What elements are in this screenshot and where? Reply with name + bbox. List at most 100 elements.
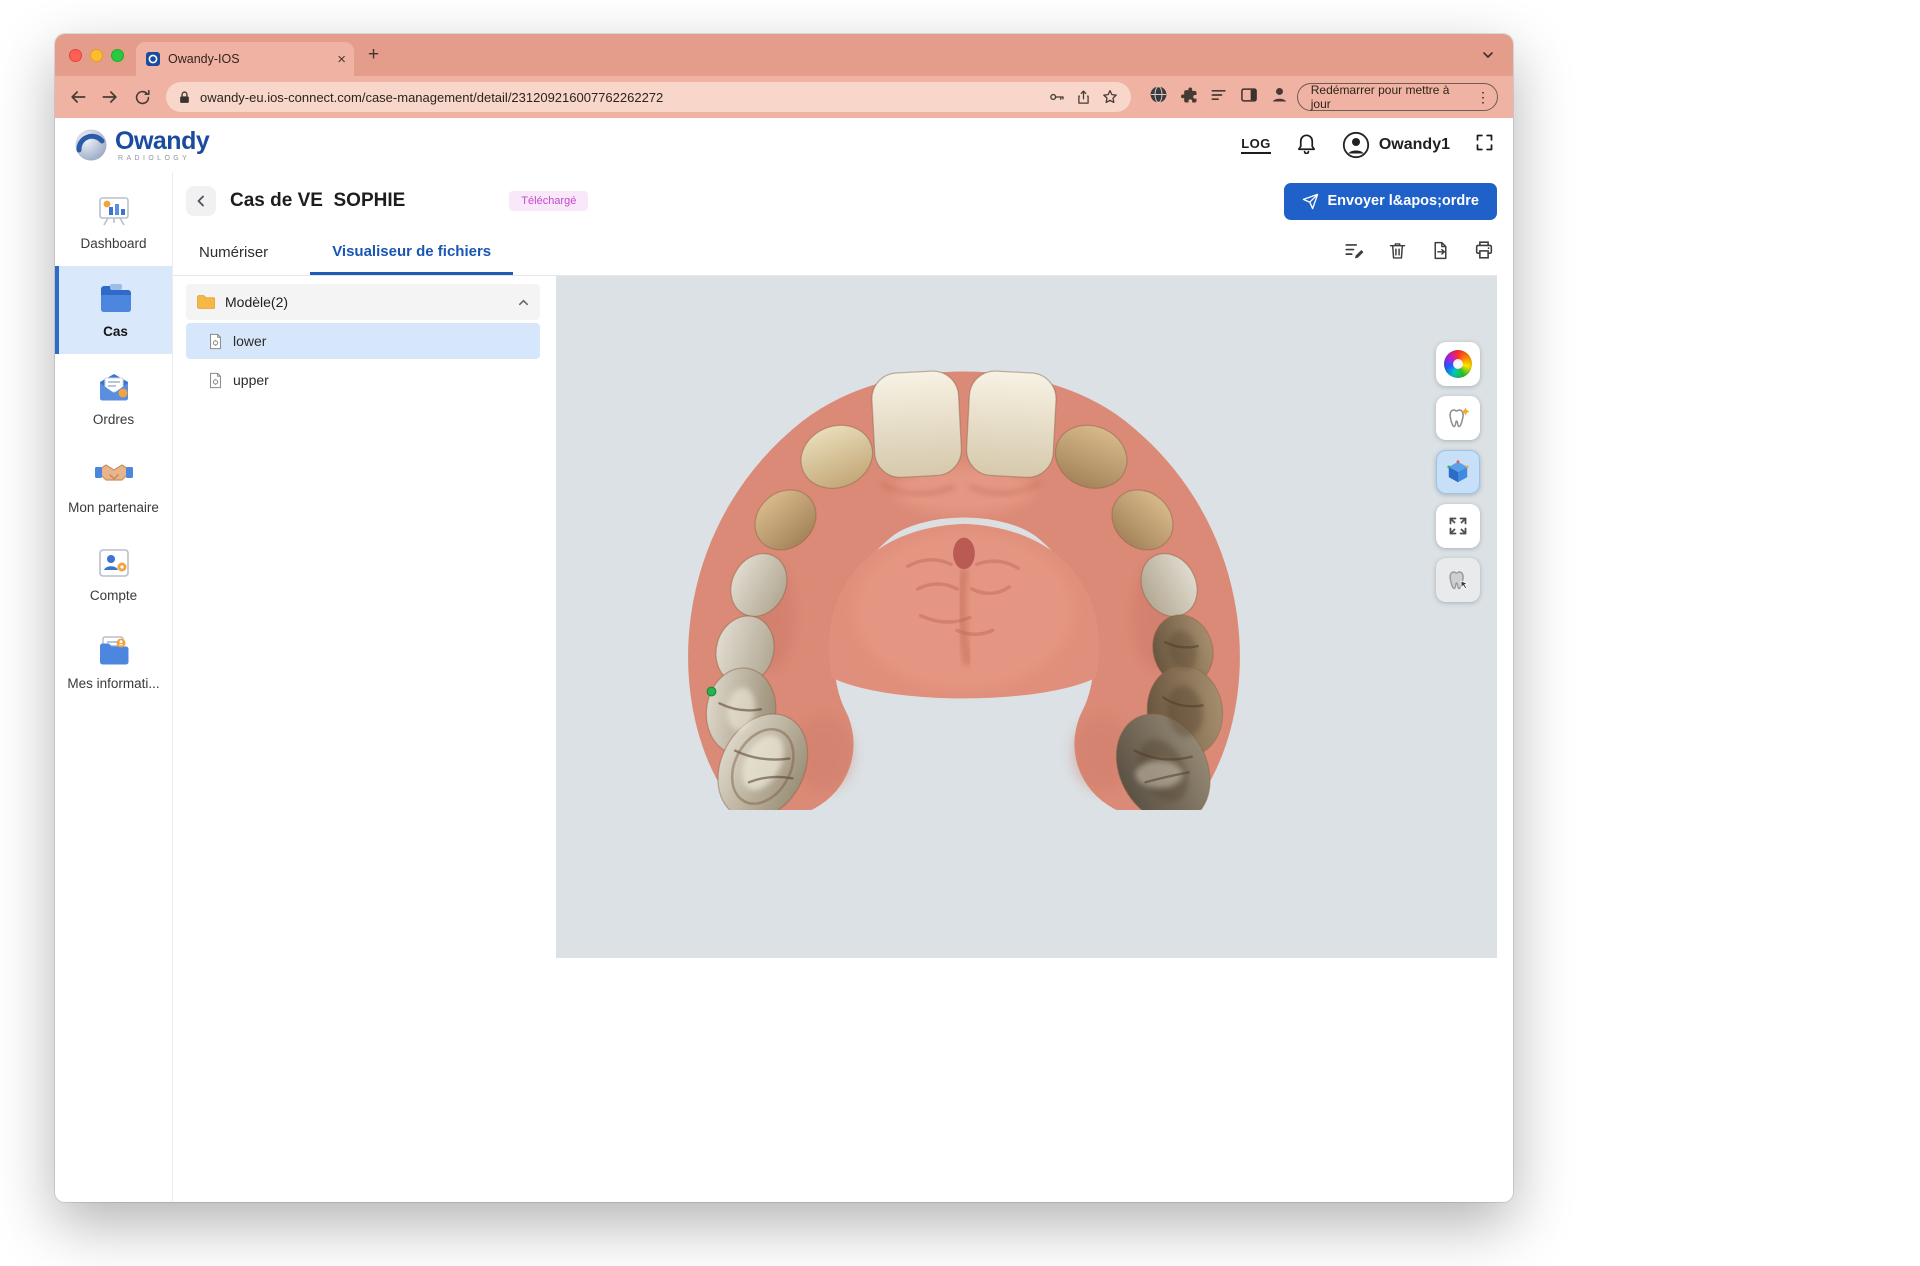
web-app: Owandy RADIOLOGY LOG	[55, 118, 1513, 1202]
lock-icon[interactable]	[178, 90, 191, 105]
tab-favicon	[146, 52, 160, 66]
status-badge: Téléchargé	[509, 191, 588, 211]
sidebar-item-label: Mes informati...	[67, 676, 159, 691]
share-icon[interactable]	[1075, 89, 1092, 106]
globe-extension-icon[interactable]	[1148, 84, 1169, 110]
account-card-icon	[96, 546, 132, 580]
file-row-lower[interactable]: lower	[186, 323, 540, 359]
minimize-window-button[interactable]	[90, 49, 103, 62]
file-row-upper[interactable]: upper	[186, 362, 540, 398]
back-icon[interactable]	[65, 84, 90, 110]
tab-list-icon[interactable]	[1209, 85, 1229, 110]
password-key-icon[interactable]	[1048, 88, 1066, 106]
viewer-content: Modèle(2)	[173, 276, 1497, 958]
delete-trash-icon[interactable]	[1387, 240, 1408, 266]
model-file-icon	[208, 333, 223, 350]
sidebar-item-compte[interactable]: Compte	[55, 530, 172, 618]
model-file-icon	[208, 372, 223, 389]
sidebar-item-cas[interactable]: Cas	[55, 266, 172, 354]
cases-folder-icon	[97, 282, 135, 316]
account-menu[interactable]: Owandy1	[1342, 131, 1450, 159]
url-bar[interactable]: owandy-eu.ios-connect.com/case-managemen…	[166, 82, 1131, 112]
file-tree-panel: Modèle(2)	[173, 276, 550, 958]
tab-title: Owandy-IOS	[168, 52, 329, 66]
export-file-icon[interactable]	[1430, 240, 1451, 266]
app-header: Owandy RADIOLOGY LOG	[55, 118, 1513, 172]
model-viewer-canvas[interactable]	[556, 276, 1497, 958]
tab-search-chevron-icon[interactable]	[1481, 48, 1495, 62]
tab-numeriser[interactable]: Numériser	[197, 230, 270, 275]
side-panel-icon[interactable]	[1239, 85, 1259, 110]
page-title: Cas de VE SOPHIE	[230, 190, 405, 212]
tab-visualiseur-de-fichiers[interactable]: Visualiseur de fichiers	[310, 230, 513, 275]
paper-plane-icon	[1302, 193, 1319, 210]
close-window-button[interactable]	[69, 49, 82, 62]
forward-icon[interactable]	[97, 84, 122, 110]
new-tab-button[interactable]: +	[368, 44, 379, 66]
color-wheel-button[interactable]	[1436, 342, 1480, 386]
cube-3d-icon	[1445, 459, 1471, 485]
partner-handshake-icon	[94, 458, 134, 492]
viewer-toolbar	[1436, 342, 1480, 602]
sidebar-item-ordres[interactable]: Ordres	[55, 354, 172, 442]
folder-row-modele[interactable]: Modèle(2)	[186, 284, 540, 320]
browser-toolbar: owandy-eu.ios-connect.com/case-managemen…	[55, 76, 1513, 118]
update-chrome-label: Redémarrer pour mettre à jour	[1311, 83, 1468, 111]
avatar	[1342, 131, 1370, 159]
logo-name: Owandy	[115, 129, 209, 154]
tooth-cursor-icon	[1444, 566, 1472, 594]
url-text: owandy-eu.ios-connect.com/case-managemen…	[200, 90, 1039, 105]
color-wheel-icon	[1444, 350, 1472, 378]
file-name: lower	[233, 333, 266, 349]
user-name: Owandy1	[1379, 136, 1450, 154]
sidebar: Dashboard Cas	[55, 172, 173, 1202]
dashboard-icon	[96, 194, 132, 228]
expand-arrows-icon	[1446, 514, 1470, 538]
back-button[interactable]	[186, 186, 216, 216]
send-order-button[interactable]: Envoyer l&apos;ordre	[1284, 183, 1498, 220]
tab-close-icon[interactable]: ×	[337, 52, 346, 67]
browser-menu-kebab-icon[interactable]: ⋮	[1476, 89, 1490, 106]
tooth-inspect-button[interactable]	[1436, 558, 1480, 602]
sidebar-item-label: Cas	[103, 324, 128, 339]
owandy-logo: Owandy RADIOLOGY	[73, 127, 209, 163]
send-order-label: Envoyer l&apos;ordre	[1328, 193, 1480, 209]
bookmark-star-icon[interactable]	[1101, 88, 1119, 106]
extensions-puzzle-icon[interactable]	[1179, 85, 1199, 110]
logo-subtitle: RADIOLOGY	[118, 155, 209, 162]
file-actions	[1343, 230, 1497, 275]
window-controls	[55, 49, 136, 62]
update-chrome-button[interactable]: Redémarrer pour mettre à jour ⋮	[1297, 83, 1498, 111]
zoom-window-button[interactable]	[111, 49, 124, 62]
tooth-polish-button[interactable]	[1436, 396, 1480, 440]
browser-tab-strip: Owandy-IOS × +	[55, 34, 1513, 76]
browser-tab[interactable]: Owandy-IOS ×	[136, 42, 354, 76]
collapse-chevron-up-icon[interactable]	[517, 296, 530, 309]
sidebar-item-label: Ordres	[93, 412, 134, 427]
extension-icons	[1148, 84, 1290, 110]
notifications-bell-icon[interactable]	[1295, 131, 1318, 159]
tooth-sparkle-icon	[1444, 404, 1472, 432]
browser-window: Owandy-IOS × + owandy-eu.io	[55, 34, 1513, 1202]
case-header: Cas de VE SOPHIE Téléchargé Envoyer l&ap…	[173, 172, 1497, 230]
profile-icon[interactable]	[1269, 84, 1290, 110]
sidebar-item-label: Dashboard	[80, 236, 146, 251]
owandy-logo-icon	[73, 127, 109, 163]
print-icon[interactable]	[1473, 239, 1495, 266]
sidebar-item-mes-informations[interactable]: Mes informati...	[55, 618, 172, 706]
sidebar-item-mon-partenaire[interactable]: Mon partenaire	[55, 442, 172, 530]
folder-icon	[196, 294, 215, 310]
edit-note-icon[interactable]	[1343, 239, 1365, 266]
sidebar-item-dashboard[interactable]: Dashboard	[55, 178, 172, 266]
orders-envelope-icon	[96, 370, 132, 404]
fullscreen-icon[interactable]	[1474, 132, 1495, 158]
logs-button[interactable]: LOG	[1241, 136, 1271, 154]
file-name: upper	[233, 372, 269, 388]
sidebar-item-label: Mon partenaire	[68, 500, 159, 515]
reload-icon[interactable]	[130, 84, 155, 110]
cube-3d-view-button[interactable]	[1436, 450, 1480, 494]
view-tab-bar: Numériser Visualiseur de fichiers	[173, 230, 1497, 276]
fit-to-screen-button[interactable]	[1436, 504, 1480, 548]
sidebar-item-label: Compte	[90, 588, 137, 603]
desktop-background: Owandy-IOS × + owandy-eu.io	[0, 0, 1920, 1266]
